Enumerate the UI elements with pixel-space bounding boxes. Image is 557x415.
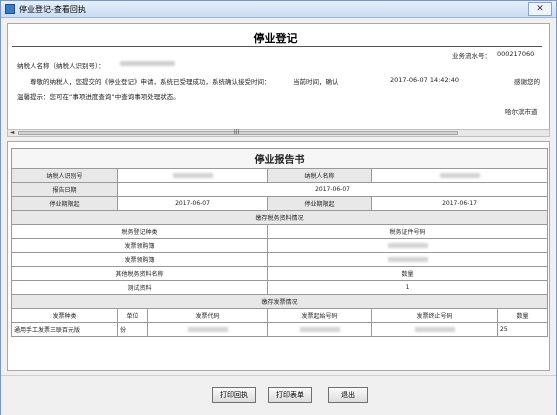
- report-date-label: 报告日期: [11, 182, 118, 197]
- dialog-window: 停业登记-查看回执 ✕ 停业登记 业务流水号： 000217060 纳税人名称（…: [0, 0, 557, 415]
- table-row: 测试资料 1: [11, 280, 549, 295]
- taxpayer-id-label: 纳税人识别号: [11, 168, 118, 183]
- serial-label: 业务流水号：: [452, 52, 491, 60]
- invoice-book-1: 发票领购簿: [11, 238, 268, 253]
- col-code: 发票代码: [147, 308, 268, 323]
- app-icon: [5, 4, 15, 14]
- report-panel: 停业报告书 纳税人识别号 纳税人名称 报告日期 2017-06-07 停业期限起…: [7, 141, 550, 371]
- receipt-panel: 停业登记 业务流水号： 000217060 纳税人名称（纳税人识别号）： 尊敬的…: [7, 23, 550, 136]
- col-kind: 发票种类: [11, 308, 118, 323]
- report-table: 停业报告书 纳税人识别号 纳税人名称 报告日期 2017-06-07 停业期限起…: [10, 148, 549, 337]
- table-row: 报告日期 2017-06-07: [11, 182, 549, 197]
- print-form-button[interactable]: 打印表单: [268, 387, 312, 403]
- table-row: 纳税人识别号 纳税人名称: [11, 168, 549, 183]
- report-title-row: 停业报告书: [10, 148, 549, 169]
- cert-no-label: 税务证件号码: [266, 224, 549, 239]
- row-qty: 25: [496, 322, 549, 337]
- col-start: 发票起始号码: [267, 308, 372, 323]
- test-item-qty: 1: [266, 280, 549, 295]
- button-bar: 打印回执 打印表单 退出: [1, 375, 556, 415]
- invoice-book-2-no: [266, 252, 549, 267]
- scroll-grip-icon: |||: [234, 129, 240, 135]
- print-receipt-button[interactable]: 打印回执: [212, 387, 256, 403]
- invoice-book-1-no: [266, 238, 549, 253]
- receipt-title: 停业登记: [253, 32, 298, 45]
- table-row: 通用手工发票三联百元版 份 25: [11, 322, 549, 337]
- invoice-section-title: 缴存发票情况: [10, 294, 549, 309]
- row-code: [147, 322, 268, 337]
- taxpayer-name-cell-label: 纳税人名称: [267, 168, 372, 183]
- tip-text: 温馨提示：您可在“事项进度查询”中查询事项处理状态。: [17, 93, 180, 101]
- report-title: 停业报告书: [10, 148, 549, 169]
- col-end: 发票终止号码: [371, 308, 498, 323]
- title-bar: 停业登记-查看回执 ✕: [1, 1, 556, 18]
- table-row: 发票领购簿: [11, 252, 549, 267]
- end-date-value: 2017-06-17: [370, 196, 549, 211]
- table-row: 其他税务资料名称 数量: [11, 266, 549, 281]
- end-date-label: 停业期限起: [267, 196, 372, 211]
- table-row: 停业期限起 2017-06-07 停业期限起 2017-06-17: [11, 196, 549, 211]
- start-date-value: 2017-06-07: [117, 196, 268, 211]
- title-divider: [12, 46, 542, 47]
- taxpayer-name-redacted: [120, 61, 175, 66]
- invoice-book-2: 发票领购簿: [11, 252, 268, 267]
- row-end: [371, 322, 498, 337]
- receipt-message: 尊敬的纳税人，您提交的《停业登记》申请，系统已受理成功，系统确认接受时间：: [30, 78, 271, 86]
- row-start: [267, 322, 372, 337]
- start-date-label: 停业期限起: [11, 196, 118, 211]
- taxpayer-name-label: 纳税人名称（纳税人识别号）：: [17, 62, 105, 70]
- exit-button[interactable]: 退出: [328, 387, 368, 403]
- window-title: 停业登记-查看回执: [19, 5, 86, 14]
- col-unit: 单位: [117, 308, 148, 323]
- table-row: 发票领购簿: [11, 238, 549, 253]
- other-qty-label: 数量: [266, 266, 549, 281]
- table-row: 缴存发票情况: [10, 294, 549, 309]
- taxpayer-name-value: [370, 168, 549, 183]
- thanks-text: 感谢您的: [514, 78, 540, 86]
- horizontal-scrollbar[interactable]: ◄ |||: [7, 129, 550, 137]
- tax-office: 哈尔滨市道: [505, 108, 538, 116]
- accept-time: 2017-06-07 14:42:40: [390, 76, 460, 84]
- table-header-row: 发票种类 单位 发票代码 发票起始号码 发票终止号码 数量: [11, 308, 549, 323]
- time-label: 当前时间，确认: [293, 78, 339, 86]
- table-row: 缴存税务资料情况: [10, 210, 549, 225]
- col-qty: 数量: [496, 308, 549, 323]
- test-item-name: 测试资料: [11, 280, 268, 295]
- close-button[interactable]: ✕: [528, 2, 552, 16]
- row-unit: 份: [117, 322, 148, 337]
- serial-value: 000217060: [497, 50, 535, 58]
- deposit-section-title: 缴存税务资料情况: [10, 210, 549, 225]
- taxpayer-id-value: [117, 168, 268, 183]
- row-kind: 通用手工发票三联百元版: [11, 322, 118, 337]
- scroll-left-icon[interactable]: ◄: [8, 130, 16, 136]
- other-name-label: 其他税务资料名称: [11, 266, 268, 281]
- table-row: 税务登记种类 税务证件号码: [11, 224, 549, 239]
- report-date-value: 2017-06-07: [116, 182, 549, 197]
- cert-type-label: 税务登记种类: [11, 224, 268, 239]
